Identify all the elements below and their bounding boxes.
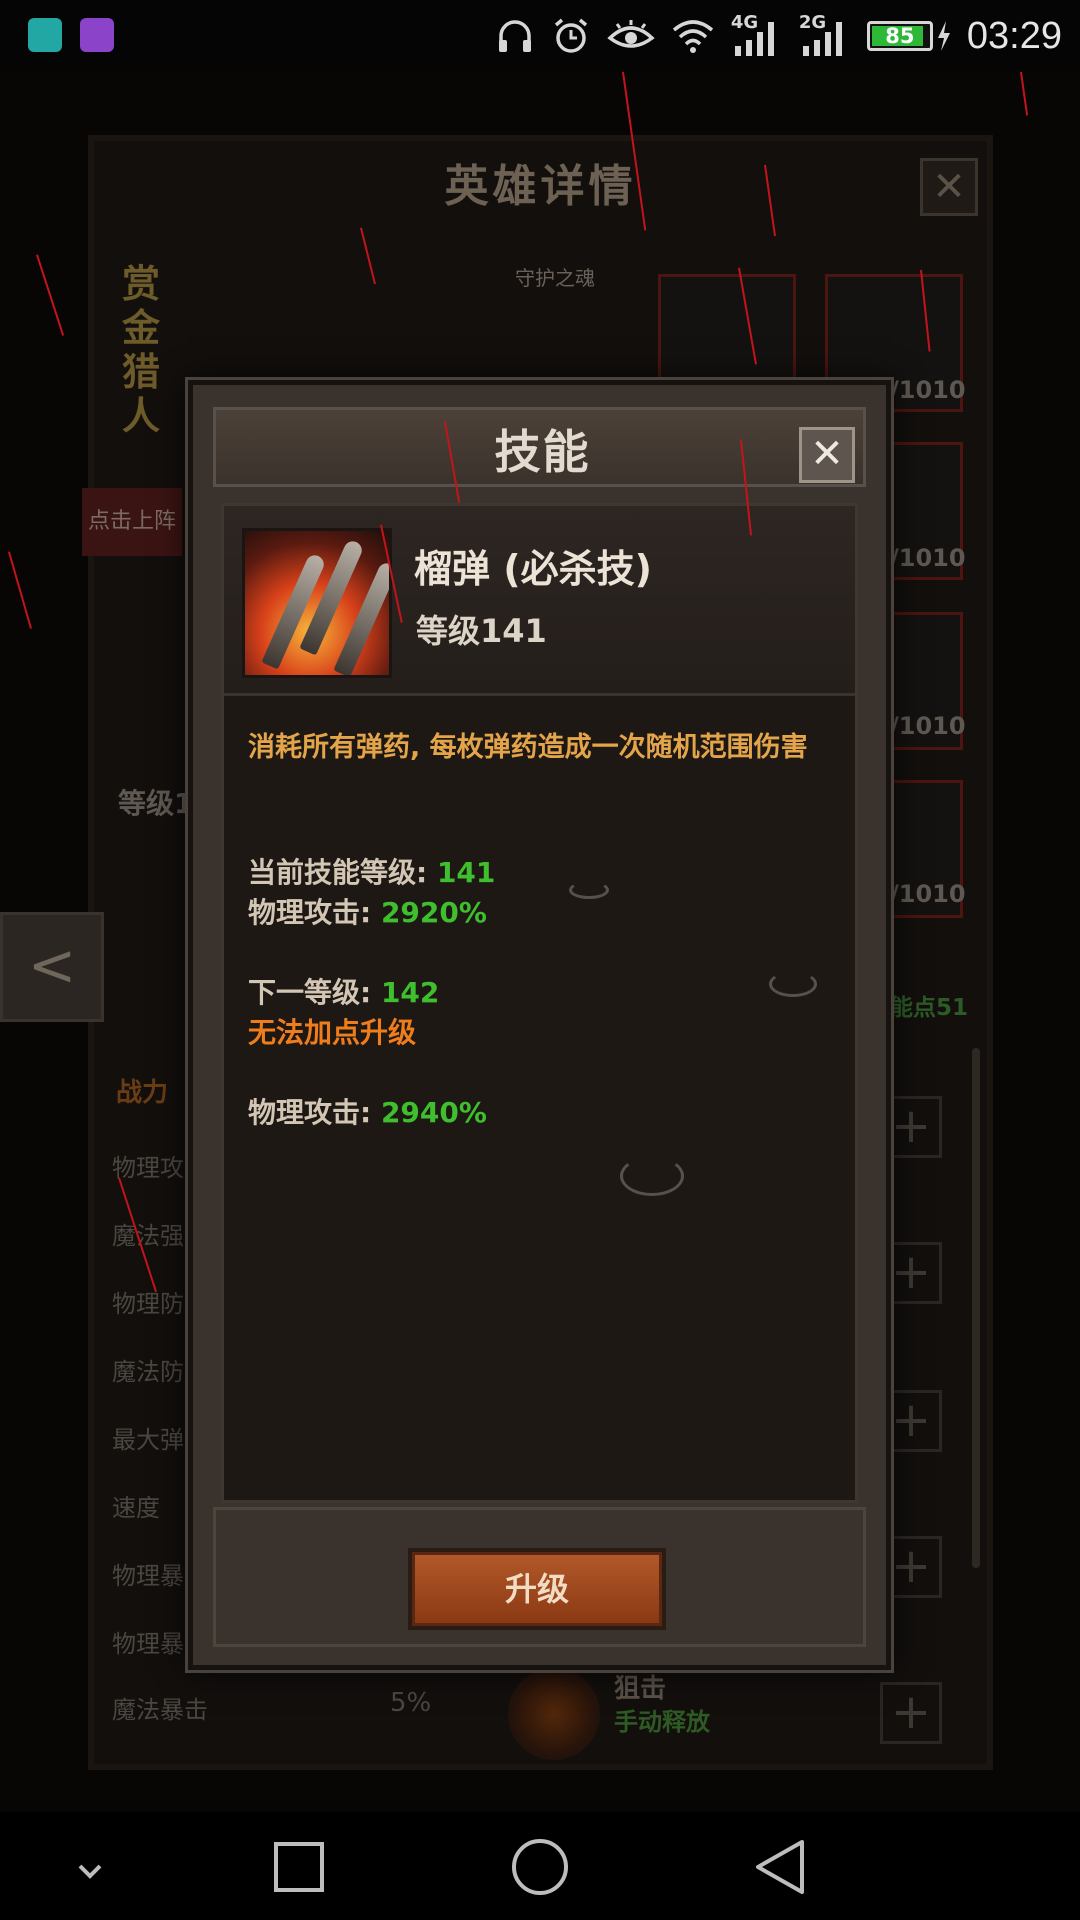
stat-label: 物理暴 xyxy=(112,1630,184,1658)
system-navigation-bar xyxy=(0,1812,1080,1920)
recent-apps-icon[interactable] xyxy=(240,1812,360,1920)
next-attack-line: 物理攻击: 2940% xyxy=(248,1091,487,1131)
rain-streak xyxy=(36,254,65,336)
rain-streak xyxy=(8,551,32,629)
stat-label: 物理攻 xyxy=(112,1154,184,1182)
skill-dialog: 技能 ✕ 榴弹 (必杀技) 等级141 消耗所有弹药, 每枚弹药造成一次随机范围… xyxy=(188,380,891,1670)
dialog-footer: 升级 xyxy=(213,1507,866,1647)
charging-icon xyxy=(937,21,950,51)
swirl-decoration xyxy=(569,881,609,899)
app-shortcut-icon xyxy=(28,18,62,52)
skills-scrollbar[interactable] xyxy=(972,1048,980,1568)
grenade-skill-icon xyxy=(242,528,392,678)
next-attack-value: 2940% xyxy=(380,1096,487,1129)
hero-name: 赏金猎人 xyxy=(122,262,161,438)
signal-4g: 4G xyxy=(730,12,783,58)
alarm-icon xyxy=(554,18,588,53)
stat-label: 物理防 xyxy=(112,1290,184,1318)
gallery-icon xyxy=(80,18,114,52)
slot-count: /1010 xyxy=(890,712,966,740)
wifi-icon xyxy=(672,20,714,53)
add-skill-point-button[interactable]: + xyxy=(880,1682,942,1744)
signal-2g: 2G xyxy=(798,12,851,58)
skill-detail-panel: 榴弹 (必杀技) 等级141 消耗所有弹药, 每枚弹药造成一次随机范围伤害 当前… xyxy=(221,503,858,1503)
current-level-line: 当前技能等级: 141 xyxy=(248,851,495,891)
bottom-skill-name: 狙击 xyxy=(614,1674,667,1704)
dialog-header: 技能 xyxy=(213,407,866,487)
skill-name: 榴弹 (必杀技) xyxy=(414,547,652,591)
skill-header: 榴弹 (必杀技) 等级141 xyxy=(224,506,855,696)
stat-label: 魔法强 xyxy=(112,1222,184,1250)
next-level-value: 142 xyxy=(380,976,440,1009)
stat-label: 速度 xyxy=(112,1494,160,1522)
upgrade-button[interactable]: 升级 xyxy=(408,1548,666,1630)
network-2g-label: 2G xyxy=(798,12,827,33)
swirl-decoration xyxy=(620,1156,684,1196)
current-attack-line: 物理攻击: 2920% xyxy=(248,891,487,931)
eye-comfort-icon xyxy=(607,20,655,48)
skill-description: 消耗所有弹药, 每枚弹药造成一次随机范围伤害 xyxy=(248,732,808,763)
slot-count: /1010 xyxy=(890,544,966,572)
current-attack-label: 物理攻击: xyxy=(248,896,381,929)
skill-level: 等级141 xyxy=(416,612,547,650)
headphones-icon xyxy=(498,20,531,52)
clock: 03:29 xyxy=(966,14,1062,57)
guardian-soul-label: 守护之魂 xyxy=(515,266,595,290)
bottom-skill-mode: 手动释放 xyxy=(614,1708,710,1736)
battery-icon: 85 xyxy=(866,21,933,51)
stat-value: 5% xyxy=(390,1688,432,1718)
power-label: 战力 xyxy=(116,1078,169,1108)
hero-level: 等级1 xyxy=(118,787,194,820)
stat-label: 魔法暴击 xyxy=(112,1696,208,1724)
current-attack-value: 2920% xyxy=(380,896,487,929)
deploy-button[interactable]: 点击上阵 xyxy=(82,488,182,556)
current-level-label: 当前技能等级: xyxy=(248,856,437,889)
hero-detail-title: 英雄详情 xyxy=(444,161,637,212)
crosshair-icon xyxy=(508,1668,600,1760)
stat-label: 最大弹 xyxy=(112,1426,184,1454)
dialog-title: 技能 xyxy=(494,425,591,479)
battery-level: 85 xyxy=(885,24,915,48)
skill-points: 能点51 xyxy=(890,995,969,1021)
dialog-close-button[interactable]: ✕ xyxy=(799,427,855,483)
rain-streak xyxy=(1020,71,1029,116)
stat-label: 魔法防 xyxy=(112,1358,184,1386)
status-bar: 4G 2G 85 03:29 xyxy=(0,0,1080,72)
cannot-upgrade-warning: 无法加点升级 xyxy=(248,1016,417,1049)
hero-detail-close-button[interactable]: ✕ xyxy=(920,158,978,216)
next-level-line: 下一等级: 142 xyxy=(248,971,439,1011)
next-level-label: 下一等级: xyxy=(248,976,381,1009)
stat-label: 物理暴 xyxy=(112,1562,184,1590)
back-icon[interactable] xyxy=(720,1812,840,1920)
previous-hero-button[interactable]: < xyxy=(0,912,104,1022)
network-4g-label: 4G xyxy=(730,12,759,33)
current-level-value: 141 xyxy=(436,856,496,889)
slot-count: /1010 xyxy=(890,880,966,908)
next-attack-label: 物理攻击: xyxy=(248,1096,381,1129)
home-icon[interactable] xyxy=(480,1812,600,1920)
hide-keyboard-icon[interactable] xyxy=(30,1812,150,1920)
slot-count: /1010 xyxy=(890,376,966,404)
swirl-decoration xyxy=(769,971,817,997)
